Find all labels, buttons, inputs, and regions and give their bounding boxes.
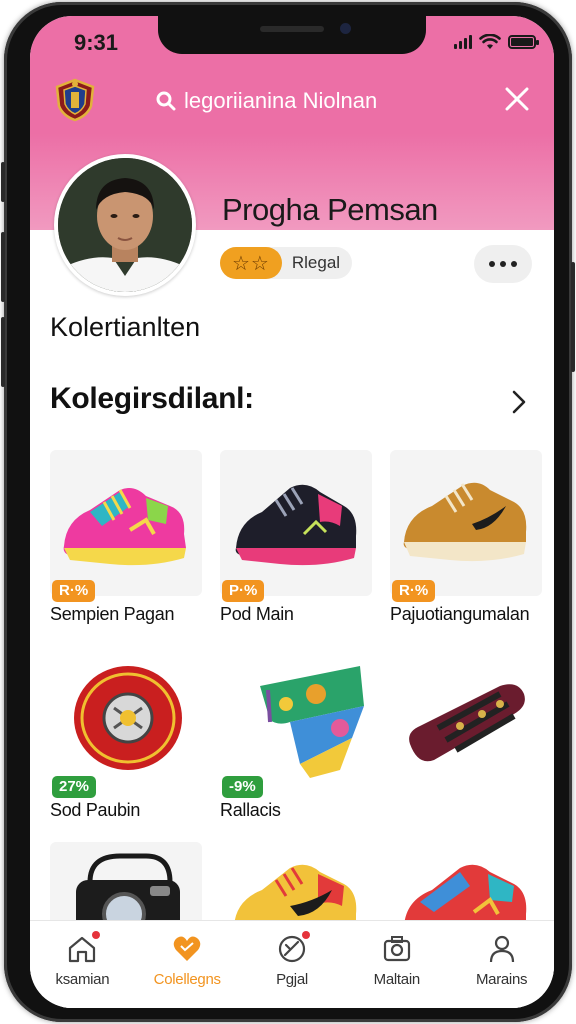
discount-badge: -9% bbox=[222, 776, 263, 798]
product-card[interactable]: R·% Sempien Pagan bbox=[50, 450, 202, 624]
volume-down-button bbox=[1, 317, 5, 387]
rating-label: Rlegal bbox=[291, 253, 341, 272]
header-bar: legoriianina Niolnan bbox=[30, 78, 554, 122]
bottom-tab-bar: ksamian Colellegns Pgjal Maltain Marains bbox=[30, 920, 554, 1008]
tab-home[interactable]: ksamian bbox=[30, 921, 135, 1008]
shin-guard-icon bbox=[409, 684, 525, 762]
phone-frame: 9:31 legoriianina Niolnan Progha Pemsan … bbox=[1, 2, 575, 1022]
camera-icon bbox=[383, 936, 410, 962]
profile-name: Progha Pemsan bbox=[222, 192, 438, 227]
tab-label: ksamian bbox=[55, 971, 110, 988]
avatar-photo bbox=[58, 158, 192, 292]
product-title: Rallacis bbox=[220, 800, 281, 820]
discount-badge: 27% bbox=[52, 776, 97, 798]
person-icon bbox=[489, 935, 514, 963]
tab-collections[interactable]: Colellegns bbox=[135, 921, 240, 1008]
product-title: Sempien Pagan bbox=[50, 604, 175, 624]
chevron-right-icon[interactable] bbox=[508, 388, 530, 416]
drum-icon bbox=[74, 666, 182, 770]
product-title: Pod Main bbox=[220, 604, 294, 624]
rating-pill[interactable]: ☆☆ Rlegal bbox=[220, 247, 353, 279]
notification-dot bbox=[92, 931, 101, 939]
more-options-button[interactable] bbox=[474, 245, 532, 283]
product-card[interactable]: 27% Sod Paubin bbox=[50, 646, 202, 820]
tab-label: Colellegns bbox=[153, 971, 221, 988]
product-card[interactable]: R·% Pajuotiangumalan bbox=[390, 450, 542, 624]
product-image bbox=[390, 450, 542, 596]
search-field[interactable]: legoriianina Niolnan bbox=[156, 88, 377, 114]
tab-label: Pgjal bbox=[276, 971, 308, 988]
tab-profile[interactable]: Marains bbox=[449, 921, 554, 1008]
volume-up-button bbox=[1, 232, 5, 302]
search-query-text: legoriianina Niolnan bbox=[184, 88, 378, 113]
screen: 9:31 legoriianina Niolnan Progha Pemsan … bbox=[30, 16, 554, 1008]
product-image bbox=[50, 646, 202, 792]
battery-icon bbox=[508, 35, 539, 49]
tab-tags[interactable]: Pgjal bbox=[240, 921, 345, 1008]
product-image bbox=[50, 450, 202, 596]
notification-dot bbox=[301, 931, 310, 939]
heart-icon bbox=[173, 936, 201, 961]
product-image bbox=[220, 646, 372, 792]
tab-maltain[interactable]: Maltain bbox=[344, 921, 449, 1008]
sneaker-icon bbox=[235, 484, 357, 566]
more-dots-icon bbox=[489, 261, 495, 267]
cellular-signal-icon bbox=[454, 35, 472, 49]
avatar[interactable] bbox=[54, 154, 196, 296]
crest-logo-icon[interactable] bbox=[54, 78, 96, 122]
notch bbox=[158, 16, 426, 54]
product-title: Pajuotiangumalan bbox=[390, 604, 530, 624]
section-title: Kolegirsdilanl: bbox=[50, 382, 254, 415]
product-card[interactable] bbox=[390, 646, 542, 792]
discount-badge: P·% bbox=[222, 580, 265, 602]
tab-label: Marains bbox=[475, 971, 528, 988]
star-rating-icon: ☆☆ bbox=[220, 247, 282, 279]
mute-switch bbox=[1, 162, 5, 202]
product-title: Sod Paubin bbox=[50, 800, 141, 820]
status-time: 9:31 bbox=[74, 30, 119, 55]
discount-badge: R·% bbox=[392, 580, 436, 602]
product-card[interactable]: P·% Pod Main bbox=[220, 450, 372, 624]
discount-badge: R·% bbox=[52, 580, 96, 602]
scarf-icon bbox=[260, 666, 364, 778]
power-button bbox=[571, 262, 575, 372]
wifi-icon bbox=[479, 34, 501, 49]
product-image bbox=[220, 450, 372, 596]
search-icon bbox=[156, 91, 176, 111]
product-card[interactable]: -9% Rallacis bbox=[220, 646, 372, 820]
sneaker-icon bbox=[63, 488, 186, 566]
collection-label: Kolertianlten bbox=[50, 312, 201, 342]
product-image bbox=[390, 646, 542, 792]
close-icon[interactable] bbox=[502, 84, 532, 114]
tab-label: Maltain bbox=[373, 971, 421, 988]
sneaker-icon bbox=[403, 482, 527, 562]
